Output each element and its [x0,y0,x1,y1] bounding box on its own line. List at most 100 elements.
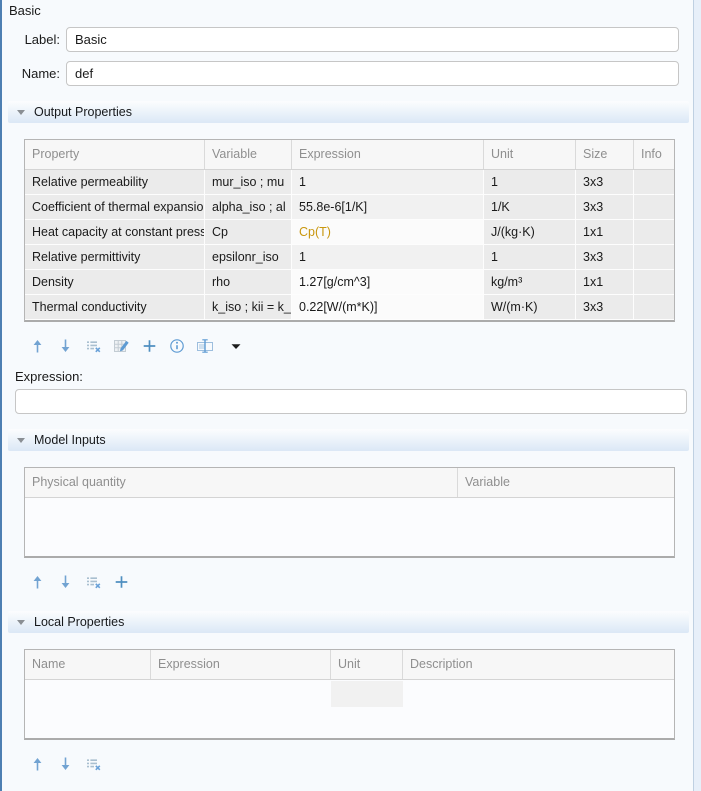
section-header-local-properties[interactable]: Local Properties [8,611,689,633]
variable-cell[interactable]: k_iso ; kii = k_ [205,295,292,320]
move-down-icon [58,574,73,590]
property-row[interactable]: Thermal conductivityk_iso ; kii = k_0.22… [25,295,674,320]
model-inputs-header: Physical quantity Variable [25,468,674,498]
section-title-local-properties: Local Properties [34,615,124,629]
label-input[interactable] [66,27,679,52]
column-header-size: Size [576,140,634,169]
expression-cell[interactable]: 0.22[W/(m*K)] [292,295,484,320]
info-cell[interactable] [634,220,674,245]
property-cell[interactable]: Relative permeability [25,170,205,195]
expression-cell[interactable]: 1 [292,170,484,195]
edit-button[interactable] [112,337,130,355]
move-up-icon [30,756,45,772]
local-properties-table: Name Expression Unit Description [24,649,675,740]
expression-cell[interactable]: 55.8e-6[1/K] [292,195,484,220]
unit-cell[interactable]: kg/m³ [484,270,576,295]
expression-cell[interactable]: 1.27[g/cm^3] [292,270,484,295]
scrollbar[interactable] [693,0,701,791]
name-input[interactable] [66,61,679,86]
variable-cell[interactable]: alpha_iso ; al [205,195,292,220]
label-field-label: Label: [14,32,60,47]
section-title-output-properties: Output Properties [34,105,132,119]
move-up-button[interactable] [28,573,46,591]
move-down-icon [58,756,73,772]
column-width-icon [196,338,214,354]
settings-panel: Basic Label: Name: Output Properties Pro… [0,0,701,791]
property-cell[interactable]: Heat capacity at constant pressure [25,220,205,245]
unit-cell[interactable]: J/(kg·K) [484,220,576,245]
variable-cell[interactable]: rho [205,270,292,295]
property-row[interactable]: Densityrho1.27[g/cm^3]kg/m³1x1 [25,270,674,295]
collapse-caret-icon [17,438,25,443]
menu-caret-button[interactable] [227,337,245,355]
delete-button[interactable] [84,755,102,773]
size-cell[interactable]: 3x3 [576,295,634,320]
info-cell[interactable] [634,170,674,195]
column-header-unit: Unit [331,650,403,679]
variable-cell[interactable]: Cp [205,220,292,245]
column-header-property: Property [25,140,205,169]
expression-input[interactable] [15,389,687,414]
column-header-variable: Variable [205,140,292,169]
name-field-row: Name: [14,61,679,86]
info-cell[interactable] [634,245,674,270]
property-row[interactable]: Relative permeabilitymur_iso ; mu113x3 [25,170,674,195]
add-button[interactable] [112,573,130,591]
unit-cell[interactable]: 1/K [484,195,576,220]
size-cell[interactable]: 3x3 [576,245,634,270]
edit-icon [113,338,130,354]
add-icon [114,574,129,590]
move-up-button[interactable] [28,337,46,355]
delete-icon [85,338,102,354]
column-header-expression: Expression [292,140,484,169]
delete-button[interactable] [84,337,102,355]
column-width-button[interactable] [196,337,214,355]
variable-cell[interactable]: mur_iso ; mu [205,170,292,195]
property-cell[interactable]: Thermal conductivity [25,295,205,320]
unit-cell[interactable]: 1 [484,170,576,195]
property-row[interactable]: Coefficient of thermal expansionalpha_is… [25,195,674,220]
variable-cell[interactable]: epsilonr_iso [205,245,292,270]
section-header-output-properties[interactable]: Output Properties [8,101,689,123]
expression-cell[interactable]: Cp(T) [292,220,484,245]
output-properties-header: Property Variable Expression Unit Size I… [25,140,674,170]
add-button[interactable] [140,337,158,355]
move-down-button[interactable] [56,755,74,773]
info-cell[interactable] [634,270,674,295]
delete-icon [85,574,102,590]
model-inputs-tbody [25,498,674,556]
section-header-model-inputs[interactable]: Model Inputs [8,429,689,451]
unit-cell-empty[interactable] [331,681,403,707]
column-header-variable: Variable [458,468,674,497]
size-cell[interactable]: 1x1 [576,220,634,245]
move-down-button[interactable] [56,337,74,355]
move-up-button[interactable] [28,755,46,773]
expression-cell[interactable]: 1 [292,245,484,270]
property-cell[interactable]: Coefficient of thermal expansion [25,195,205,220]
local-properties-header: Name Expression Unit Description [25,650,674,680]
info-button[interactable] [168,337,186,355]
local-properties-toolbar [28,754,693,774]
column-header-description: Description [403,650,674,679]
property-cell[interactable]: Density [25,270,205,295]
property-row[interactable]: Relative permittivityepsilonr_iso113x3 [25,245,674,270]
size-cell[interactable]: 3x3 [576,170,634,195]
delete-button[interactable] [84,573,102,591]
size-cell[interactable]: 3x3 [576,195,634,220]
section-title-model-inputs: Model Inputs [34,433,106,447]
info-cell[interactable] [634,195,674,220]
output-properties-tbody: Relative permeabilitymur_iso ; mu113x3Co… [25,170,674,320]
collapse-caret-icon [17,110,25,115]
size-cell[interactable]: 1x1 [576,270,634,295]
unit-cell[interactable]: W/(m·K) [484,295,576,320]
model-inputs-toolbar [28,572,693,592]
output-properties-toolbar [28,336,693,356]
unit-cell[interactable]: 1 [484,245,576,270]
local-properties-tbody [25,680,674,738]
page-title: Basic [9,3,693,18]
property-cell[interactable]: Relative permittivity [25,245,205,270]
info-cell[interactable] [634,295,674,320]
move-down-button[interactable] [56,573,74,591]
property-row[interactable]: Heat capacity at constant pressureCpCp(T… [25,220,674,245]
move-up-icon [30,574,45,590]
